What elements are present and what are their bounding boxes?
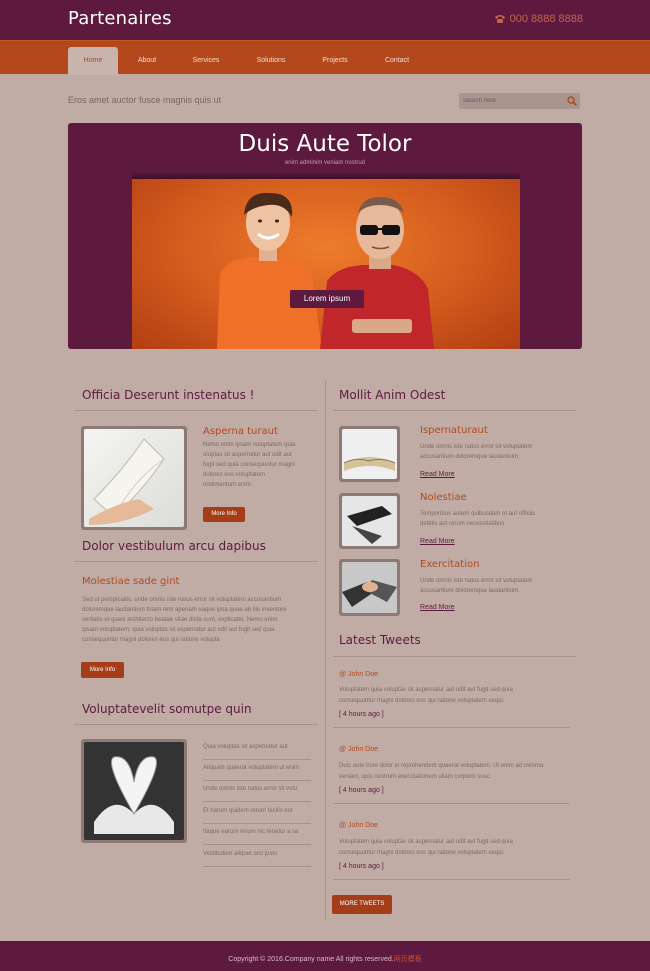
tweets-title: Latest Tweets xyxy=(339,633,421,647)
phone-text: 000 8888 8888 xyxy=(509,13,583,25)
divider xyxy=(74,561,318,562)
hero-title: Duis Aute Tolor xyxy=(238,131,412,157)
pen-image xyxy=(342,496,397,546)
left-section2-text: Sed ut perspiciatis, unde omnis iste nat… xyxy=(82,597,287,643)
main-nav: Home About Services Solutions Projects C… xyxy=(0,40,650,75)
nav-solutions[interactable]: Solutions xyxy=(249,41,293,75)
divider xyxy=(74,724,318,725)
read-more-link[interactable]: Read More xyxy=(420,538,455,545)
list-item[interactable]: Unde omnis iste natus error sit volu xyxy=(203,781,311,802)
left-section2-item-title: Molestiae sade gint xyxy=(82,576,180,587)
left-section2-title: Dolor vestibulum arcu dapibus xyxy=(82,539,266,553)
left-section1-title: Officia Deserunt instenatus ! xyxy=(82,388,255,402)
hero-people-illustration xyxy=(217,192,434,349)
right-item-text: Unde omnis iste natus error sit voluptat… xyxy=(420,578,533,594)
phone-icon xyxy=(494,15,505,23)
footer-link[interactable]: 网页模板 xyxy=(394,956,422,963)
site-logo[interactable]: Partenaires xyxy=(68,8,172,29)
handshake-image xyxy=(342,562,397,613)
divider xyxy=(333,656,576,657)
site-header: Partenaires 000 8888 8888 xyxy=(0,0,650,40)
more-tweets-button[interactable]: MORE TWEETS xyxy=(332,895,392,914)
tweet-author[interactable]: @ John Doe xyxy=(339,671,378,678)
search-icon[interactable] xyxy=(567,96,577,106)
divider xyxy=(333,410,576,411)
hero-banner: Duis Aute Tolor enim adminim veniam nost… xyxy=(68,123,582,349)
tweet-time: [ 4 hours ago ] xyxy=(339,787,384,794)
list-item[interactable]: Et harum quidem rerum facilis est xyxy=(203,803,311,824)
hero-button[interactable]: Lorem ipsum xyxy=(290,290,364,308)
nav-projects[interactable]: Projects xyxy=(313,41,357,75)
right-item-title: Ispernaturaut xyxy=(420,425,488,436)
list-item[interactable]: Quia voluptas sit aspernatur aut xyxy=(203,739,311,760)
divider xyxy=(333,803,570,804)
open-book-thumbnail[interactable] xyxy=(339,426,400,482)
pen-thumbnail[interactable] xyxy=(339,493,400,549)
left-item-title: Asperna turaut xyxy=(203,426,278,437)
tweet-text: Voluptatem quia voluptas sit aspernatur … xyxy=(339,687,513,704)
list-item[interactable]: Itaque earum rerum hic tenetur a sa xyxy=(203,824,311,845)
heart-book-image xyxy=(84,742,184,840)
nav-about[interactable]: About xyxy=(125,41,169,75)
book-hand-image xyxy=(89,438,165,525)
heart-book-thumbnail[interactable] xyxy=(81,739,187,843)
column-divider xyxy=(325,380,326,920)
open-book-image xyxy=(343,457,396,471)
tweet-time: [ 4 hours ago ] xyxy=(339,711,384,718)
nav-services[interactable]: Services xyxy=(184,41,228,75)
list-item[interactable]: Vestibulum aliquet orci justo xyxy=(203,846,311,867)
right-item-title: Nolestiae xyxy=(420,492,467,503)
left-section3-title: Voluptatevelit somutpe quin xyxy=(82,702,252,716)
book-thumbnail[interactable] xyxy=(81,426,187,530)
divider xyxy=(333,879,570,880)
hero-image xyxy=(132,179,520,349)
more-info-button[interactable]: More Info xyxy=(203,507,245,522)
tweet-text: Duis aute irure dolor in reprehenderit q… xyxy=(339,763,544,780)
tagline: Eros amet auctor fusce magnis quis ut xyxy=(68,95,222,105)
handshake-thumbnail[interactable] xyxy=(339,559,400,616)
read-more-link[interactable]: Read More xyxy=(420,604,455,611)
right-item-title: Exercitation xyxy=(420,559,480,570)
left-item-text: Nemo enim ipsam voluptatem quia oluptas … xyxy=(203,442,296,488)
read-more-link[interactable]: Read More xyxy=(420,471,455,478)
divider xyxy=(333,727,570,728)
copyright: Copyright © 2016.Company name All rights… xyxy=(228,956,422,963)
site-footer: Copyright © 2016.Company name All rights… xyxy=(0,941,650,971)
phone-number: 000 8888 8888 xyxy=(494,13,583,25)
more-info-button-2[interactable]: More Info xyxy=(81,662,124,678)
tweet-author[interactable]: @ John Doe xyxy=(339,746,378,753)
search-input[interactable] xyxy=(463,96,563,106)
tweet-time: [ 4 hours ago ] xyxy=(339,863,384,870)
list-item[interactable]: Aliquam quaerat voluptatem ut enim xyxy=(203,760,311,781)
right-item-text: Temporibus autem quibusdam et aut offici… xyxy=(420,511,536,527)
hero-subtitle: enim adminim veniam nostrud xyxy=(284,160,366,166)
right-section1-title: Mollit Anim Odest xyxy=(339,388,446,402)
tweet-text: Voluptatem quia voluptas sit aspernatur … xyxy=(339,839,513,856)
search-box xyxy=(459,93,580,109)
tweet-author[interactable]: @ John Doe xyxy=(339,822,378,829)
nav-contact[interactable]: Contact xyxy=(375,41,419,75)
divider xyxy=(74,410,318,411)
right-item-text: Unde omnis iste natus error sit voluptat… xyxy=(420,444,533,460)
nav-home[interactable]: Home xyxy=(68,47,118,75)
